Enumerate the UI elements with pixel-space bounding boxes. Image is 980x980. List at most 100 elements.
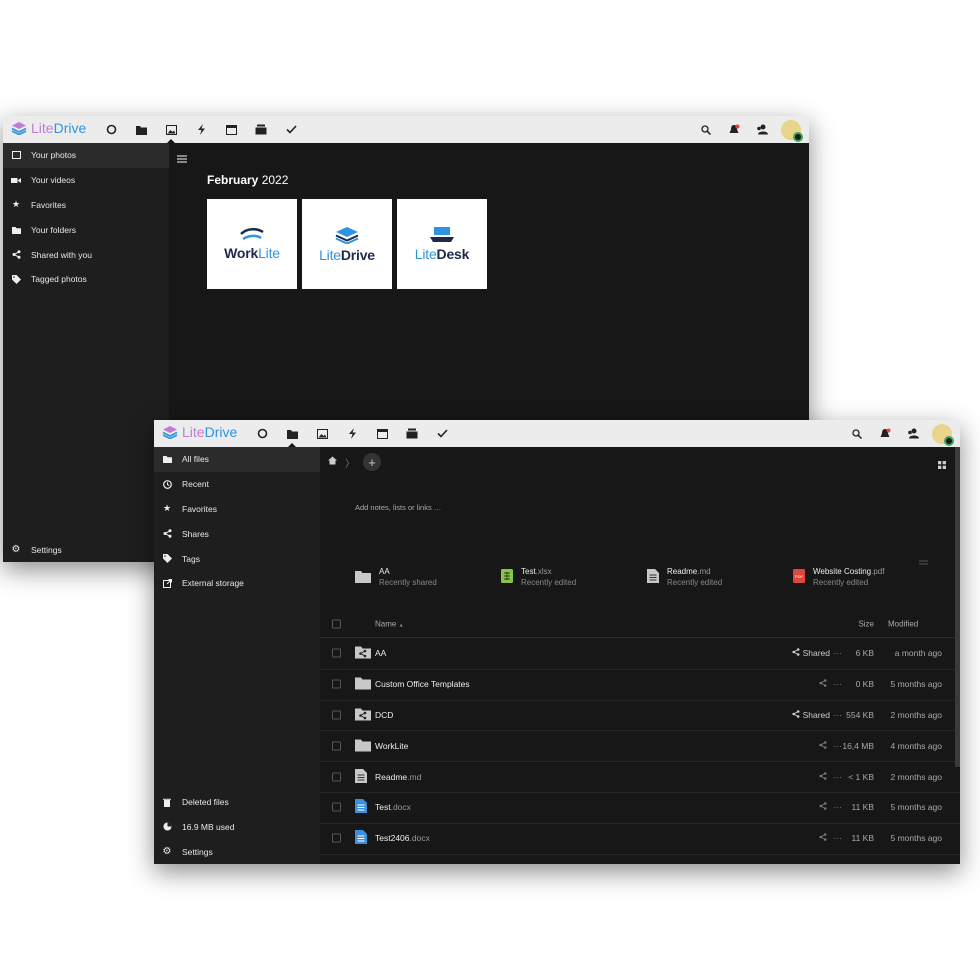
photo-thumbnail-litedrive[interactable]: LiteDrive [302, 199, 392, 289]
text-file-icon [647, 569, 659, 585]
tasks-app-icon[interactable] [276, 116, 306, 143]
user-avatar[interactable] [932, 423, 954, 446]
sidebar-item-tags[interactable]: Tags [154, 546, 320, 571]
sidebar-item-favorites[interactable]: ★ Favorites [154, 497, 320, 522]
sort-ascending-icon: ▲ [398, 622, 404, 629]
row-checkbox[interactable] [332, 741, 341, 751]
file-list-header: Name ▲ Size Modified [320, 611, 960, 638]
search-icon[interactable] [697, 121, 715, 139]
app-logo[interactable]: LiteDrive [11, 120, 86, 136]
file-size: 11 KB [851, 833, 874, 844]
sidebar-item-all-files[interactable]: All files [154, 447, 320, 472]
files-app-icon[interactable] [126, 116, 156, 143]
app-logo[interactable]: LiteDrive [162, 424, 237, 440]
sidebar-item-settings[interactable]: ⚙ Settings [154, 839, 320, 864]
file-name[interactable]: Test.docx [375, 802, 411, 812]
sidebar-item-shared-with-you[interactable]: Shared with you [3, 242, 169, 267]
notifications-icon[interactable] [876, 425, 894, 443]
file-name[interactable]: AA [375, 648, 386, 658]
menu-toggle-icon[interactable] [177, 150, 187, 168]
scrollbar[interactable] [955, 447, 960, 767]
sidebar-item-tagged-photos[interactable]: Tagged photos [3, 267, 169, 292]
modified-column-header[interactable]: Modified [888, 620, 918, 629]
file-name[interactable]: DCD [375, 710, 393, 720]
recent-item[interactable]: AA Recently shared [355, 567, 501, 587]
home-icon[interactable] [328, 456, 337, 468]
photos-app-icon[interactable] [307, 420, 337, 447]
file-row[interactable]: WorkLite ··· 16,4 MB 4 months ago [320, 730, 960, 763]
row-checkbox[interactable] [332, 802, 341, 812]
row-checkbox[interactable] [332, 833, 341, 843]
dashboard-app-icon[interactable] [96, 116, 126, 143]
sidebar-item-your-photos[interactable]: Your photos [3, 143, 169, 168]
calendar-app-icon[interactable] [216, 116, 246, 143]
file-modified: 4 months ago [890, 740, 942, 751]
sidebar-item-your-folders[interactable]: Your folders [3, 217, 169, 242]
grid-view-icon[interactable] [938, 456, 946, 474]
file-name[interactable]: Custom Office Templates [375, 679, 470, 689]
photo-thumbnail-worklite[interactable]: WorkLite [207, 199, 297, 289]
select-all-checkbox[interactable] [332, 619, 341, 629]
contacts-icon[interactable] [904, 425, 922, 443]
sidebar-item-label: Favorites [182, 503, 217, 514]
deck-app-icon[interactable] [397, 420, 427, 447]
sidebar-item-label: Tags [182, 553, 200, 564]
video-icon [11, 175, 21, 185]
file-row[interactable]: Custom Office Templates ··· 0 KB 5 months a… [320, 669, 960, 701]
brand-name: LiteDrive [31, 120, 87, 136]
status-dot [944, 435, 954, 446]
notifications-icon[interactable] [725, 121, 743, 139]
file-row[interactable]: Test2406.docx ··· 11 KB 5 months ago [320, 823, 960, 855]
photo-thumbnail-litedesk[interactable]: LiteDesk [397, 199, 487, 289]
sidebar-item-your-videos[interactable]: Your videos [3, 168, 169, 193]
sidebar-item-shares[interactable]: Shares [154, 521, 320, 546]
status-dot [793, 131, 803, 142]
new-button[interactable]: + [363, 453, 381, 471]
sidebar-item-label: Your folders [31, 224, 77, 235]
trash-icon [162, 797, 172, 807]
dashboard-app-icon[interactable] [247, 420, 277, 447]
shared-folder-icon [355, 646, 371, 661]
file-row[interactable]: Test.docx ··· 11 KB 5 months ago [320, 792, 960, 824]
file-row[interactable]: DCD Shared ··· 554 KB 2 months ago [320, 700, 960, 732]
top-bar: LiteDrive [3, 116, 809, 144]
calendar-app-icon[interactable] [367, 420, 397, 447]
tasks-app-icon[interactable] [427, 420, 457, 447]
storage-quota[interactable]: 16.9 MB used [154, 814, 320, 839]
row-checkbox[interactable] [332, 772, 341, 782]
size-column-header[interactable]: Size [824, 620, 874, 629]
row-checkbox[interactable] [332, 679, 341, 689]
row-checkbox[interactable] [332, 710, 341, 720]
text-file-icon [355, 768, 367, 785]
sidebar-item-favorites[interactable]: ★ Favorites [3, 193, 169, 218]
file-modified: 5 months ago [890, 802, 942, 813]
document-icon [355, 830, 367, 846]
files-sidebar: All files Recent ★ Favorites Shares Tags… [154, 447, 320, 864]
sidebar-item-settings[interactable]: ⚙ Settings [3, 537, 169, 562]
recent-item[interactable]: Test.xlsx Recently edited [501, 567, 647, 587]
notes-input[interactable]: Add notes, lists or links … [355, 503, 441, 512]
contacts-icon[interactable] [753, 121, 771, 139]
recent-item[interactable]: Readme.md Recently edited [647, 567, 793, 587]
name-column-header[interactable]: Name ▲ [375, 620, 404, 629]
folder-icon [162, 454, 172, 464]
user-avatar[interactable] [781, 119, 803, 142]
sidebar-item-external-storage[interactable]: External storage [154, 571, 320, 596]
recent-files: AA Recently shared Test.xlsx Recently ed… [355, 567, 939, 587]
photos-app-icon[interactable] [156, 116, 186, 144]
activity-app-icon[interactable] [186, 116, 216, 143]
sidebar-item-label: Settings [31, 544, 62, 555]
search-icon[interactable] [848, 425, 866, 443]
sidebar-item-recent[interactable]: Recent [154, 472, 320, 497]
deck-app-icon[interactable] [246, 116, 276, 143]
recent-item[interactable]: PDF Website Costing.pdf Recently edited [793, 567, 939, 587]
file-name[interactable]: Readme.md [375, 772, 421, 782]
file-row[interactable]: AA Shared ··· 6 KB a month ago [320, 638, 960, 670]
file-row[interactable]: Readme.md ··· < 1 KB 2 months ago [320, 761, 960, 793]
sidebar-item-deleted-files[interactable]: Deleted files [154, 790, 320, 815]
files-app-icon[interactable] [277, 420, 307, 448]
file-name[interactable]: WorkLite [375, 741, 408, 751]
file-name[interactable]: Test2406.docx [375, 833, 430, 843]
row-checkbox[interactable] [332, 648, 341, 658]
activity-app-icon[interactable] [337, 420, 367, 447]
